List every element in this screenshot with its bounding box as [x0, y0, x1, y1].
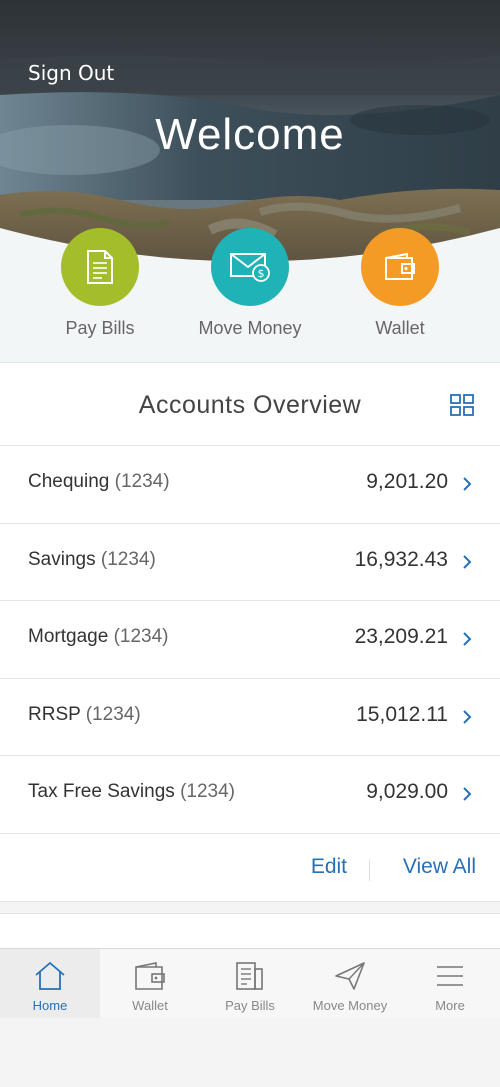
quick-action-move-money[interactable]: $ Move Money [170, 228, 330, 339]
sign-out-link[interactable]: Sign Out [28, 61, 114, 85]
pay-bills-label: Pay Bills [65, 318, 135, 338]
account-row-savings[interactable]: Savings (1234) 16,932.43 [0, 524, 500, 601]
account-name: Tax Free Savings (1234) [28, 781, 235, 802]
tab-home[interactable]: Home [0, 949, 100, 1018]
wallet-label: Wallet [375, 318, 425, 338]
tab-label: Wallet [132, 998, 168, 1013]
account-name: Mortgage (1234) [28, 626, 169, 647]
quick-action-pay-bills[interactable]: Pay Bills [20, 228, 180, 339]
next-card-peek [0, 913, 500, 953]
quick-action-wallet[interactable]: Wallet [320, 228, 480, 339]
bill-icon [236, 962, 263, 990]
account-balance: 9,029.00 [366, 780, 448, 803]
tab-pay-bills[interactable]: Pay Bills [200, 949, 300, 1018]
menu-icon [437, 966, 463, 986]
tab-label: Pay Bills [225, 998, 275, 1013]
account-name: RRSP (1234) [28, 703, 141, 725]
overview-header: Accounts Overview [0, 363, 500, 446]
tab-label: More [435, 998, 465, 1013]
account-balance: 23,209.21 [354, 625, 448, 648]
overview-footer: Edit View All [0, 833, 500, 903]
account-name: Chequing (1234) [28, 471, 170, 492]
svg-text:$: $ [258, 267, 265, 280]
chevron-right-icon [463, 787, 472, 801]
account-balance: 9,201.20 [366, 470, 448, 493]
paper-plane-icon [335, 962, 365, 990]
chevron-right-icon [463, 477, 472, 491]
account-row-chequing[interactable]: Chequing (1234) 9,201.20 [0, 446, 500, 524]
bill-document-icon [87, 250, 113, 284]
tab-move-money[interactable]: Move Money [300, 949, 400, 1018]
bottom-tab-bar: Home Wallet Pay Bills Move Money More [0, 948, 500, 1018]
move-money-circle[interactable]: $ [211, 228, 289, 306]
hero-banner: Sign Out Welcome Pay Bills $ Move Money [0, 0, 500, 362]
welcome-title: Welcome [155, 110, 345, 159]
account-row-mortgage[interactable]: Mortgage (1234) 23,209.21 [0, 601, 500, 679]
accounts-overview-card: Accounts Overview Chequing (1234) 9,201.… [0, 362, 500, 902]
account-row-rrsp[interactable]: RRSP (1234) 15,012.11 [0, 679, 500, 756]
wallet-icon [385, 252, 415, 280]
chevron-right-icon [463, 554, 472, 569]
view-all-button[interactable]: View All [403, 855, 476, 879]
chevron-right-icon [463, 709, 472, 724]
account-row-tax-free-savings[interactable]: Tax Free Savings (1234) 9,029.00 [0, 756, 500, 834]
chevron-right-icon [463, 632, 472, 646]
move-money-label: Move Money [198, 318, 302, 338]
grid-view-icon[interactable] [450, 394, 474, 416]
account-balance: 15,012.11 [356, 702, 448, 726]
account-name: Savings (1234) [28, 548, 156, 570]
footer-divider [369, 859, 370, 881]
tab-wallet[interactable]: Wallet [100, 949, 200, 1018]
wallet-circle[interactable] [361, 228, 439, 306]
pay-bills-circle[interactable] [61, 228, 139, 306]
tab-more[interactable]: More [400, 949, 500, 1018]
envelope-money-icon: $ [230, 253, 270, 282]
bottom-safe-area [0, 1018, 500, 1087]
account-balance: 16,932.43 [354, 547, 448, 571]
tab-label: Home [32, 998, 68, 1013]
home-icon [35, 961, 65, 990]
overview-title: Accounts Overview [138, 391, 362, 419]
edit-button[interactable]: Edit [311, 855, 347, 879]
tab-label: Move Money [312, 998, 388, 1013]
wallet-icon [135, 962, 165, 990]
